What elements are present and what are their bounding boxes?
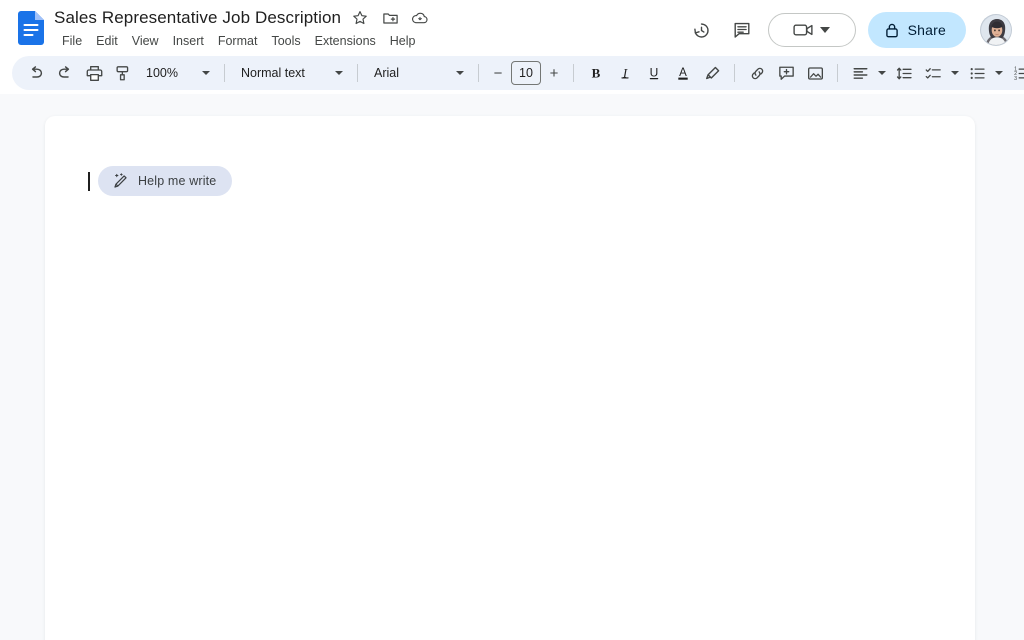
chevron-down-icon: [202, 71, 210, 75]
menu-item-extensions[interactable]: Extensions: [308, 31, 383, 51]
toolbar-divider: [837, 64, 838, 82]
cloud-saved-icon[interactable]: [409, 7, 431, 29]
svg-text:B: B: [592, 65, 601, 80]
chevron-down-icon: [820, 27, 831, 33]
decrease-font-size-button[interactable]: −: [487, 62, 509, 84]
video-camera-icon: [793, 22, 815, 38]
svg-text:3: 3: [1014, 75, 1017, 81]
magic-pencil-icon: [111, 172, 129, 190]
underline-button[interactable]: U: [640, 59, 668, 87]
comment-history-icon[interactable]: [724, 12, 760, 48]
font-family-selector[interactable]: Arial: [366, 60, 470, 86]
paragraph-style-selector[interactable]: Normal text: [233, 60, 349, 86]
toolbar-divider: [357, 64, 358, 82]
font-size-input[interactable]: 10: [511, 61, 541, 85]
menu-item-format[interactable]: Format: [211, 31, 265, 51]
menu-item-insert[interactable]: Insert: [166, 31, 211, 51]
page-title[interactable]: Sales Representative Job Description: [54, 7, 341, 29]
svg-text:A: A: [679, 67, 687, 79]
paragraph-style-value: Normal text: [241, 66, 305, 80]
bold-button[interactable]: B: [582, 59, 610, 87]
text-cursor: [88, 171, 90, 191]
header-actions: Share: [684, 6, 1012, 48]
chevron-down-icon: [456, 71, 464, 75]
document-page[interactable]: Help me write: [45, 116, 975, 640]
chevron-down-icon: [878, 71, 886, 75]
toolbar-divider: [224, 64, 225, 82]
line-spacing-button[interactable]: [890, 59, 918, 87]
title-row: Sales Representative Job Description: [54, 7, 431, 29]
chevron-down-icon: [335, 71, 343, 75]
redo-button[interactable]: [51, 59, 79, 87]
zoom-value: 100%: [146, 66, 178, 80]
help-me-write-label: Help me write: [138, 174, 217, 188]
docs-file-icon[interactable]: [18, 11, 44, 45]
checklist-button[interactable]: [919, 59, 947, 87]
toolbar-divider: [734, 64, 735, 82]
chevron-down-icon: [995, 71, 1003, 75]
toolbar-divider: [573, 64, 574, 82]
undo-button[interactable]: [22, 59, 50, 87]
lock-icon: [884, 22, 900, 39]
app-header: Sales Representative Job Description Fil…: [0, 0, 1024, 52]
toolbar-container: 100% Normal text Arial − 10 + B I U A 1 …: [0, 52, 1024, 94]
menu-item-file[interactable]: File: [55, 31, 89, 51]
star-icon[interactable]: [349, 7, 371, 29]
menu-item-edit[interactable]: Edit: [89, 31, 125, 51]
svg-text:U: U: [650, 65, 659, 79]
menu-item-help[interactable]: Help: [383, 31, 423, 51]
align-dropdown-caret[interactable]: [875, 60, 889, 86]
font-size-stepper: − 10 +: [487, 61, 565, 85]
account-avatar[interactable]: [980, 14, 1012, 46]
meet-call-button[interactable]: [767, 13, 856, 47]
menu-item-tools[interactable]: Tools: [264, 31, 307, 51]
bulleted-list-button[interactable]: [963, 59, 991, 87]
toolbar-divider: [478, 64, 479, 82]
spellcheck-button[interactable]: [109, 59, 137, 87]
insert-link-button[interactable]: [743, 59, 771, 87]
menu-item-view[interactable]: View: [125, 31, 166, 51]
zoom-selector[interactable]: 100%: [138, 60, 216, 86]
align-button[interactable]: [846, 59, 874, 87]
bulleted-list-dropdown-caret[interactable]: [992, 60, 1006, 86]
increase-font-size-button[interactable]: +: [543, 62, 565, 84]
insert-image-button[interactable]: [801, 59, 829, 87]
version-history-icon[interactable]: [684, 12, 720, 48]
font-family-value: Arial: [374, 66, 400, 80]
numbered-list-button[interactable]: 1 2 3: [1007, 59, 1024, 87]
italic-button[interactable]: I: [611, 59, 639, 87]
first-paragraph-line: Help me write: [88, 166, 233, 196]
help-me-write-chip[interactable]: Help me write: [98, 166, 233, 196]
checklist-dropdown-caret[interactable]: [948, 60, 962, 86]
highlight-color-button[interactable]: [698, 59, 726, 87]
title-and-menus: Sales Representative Job Description Fil…: [54, 6, 431, 51]
formatting-toolbar: 100% Normal text Arial − 10 + B I U A 1 …: [12, 56, 1024, 90]
share-label: Share: [907, 22, 946, 38]
google-docs-window: Sales Representative Job Description Fil…: [0, 0, 1024, 640]
text-color-button[interactable]: A: [669, 59, 697, 87]
share-button[interactable]: Share: [867, 12, 966, 48]
print-button[interactable]: [80, 59, 108, 87]
menu-bar: File Edit View Insert Format Tools Exten…: [55, 31, 431, 51]
move-to-folder-icon[interactable]: [379, 7, 401, 29]
chevron-down-icon: [951, 71, 959, 75]
document-canvas[interactable]: Help me write: [0, 94, 1024, 640]
add-comment-button[interactable]: [772, 59, 800, 87]
